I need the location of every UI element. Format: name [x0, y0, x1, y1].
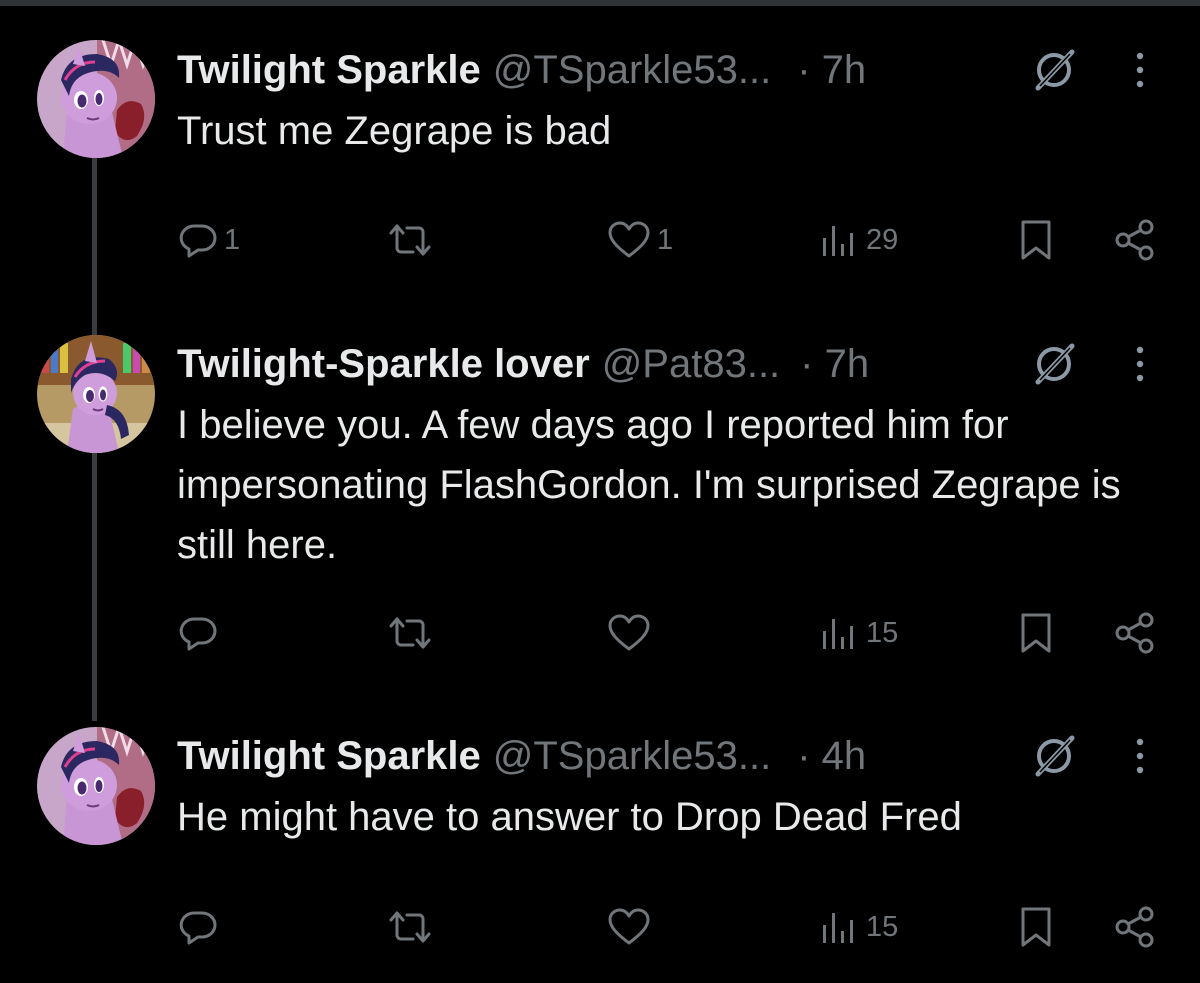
views-button[interactable]: 29: [820, 220, 898, 260]
views-icon: [820, 220, 860, 260]
like-button[interactable]: [607, 613, 657, 653]
bookmark-icon: [1016, 905, 1056, 949]
reply-icon: [178, 613, 218, 653]
repost-icon: [388, 220, 432, 260]
reply-button[interactable]: [178, 907, 224, 947]
avatar[interactable]: [37, 335, 155, 453]
avatar[interactable]: [37, 40, 155, 158]
bookmark-icon: [1016, 611, 1056, 655]
user-handle[interactable]: @TSparkle53...: [493, 48, 772, 93]
timestamp[interactable]: · 4h: [797, 734, 866, 779]
timestamp[interactable]: · 7h: [800, 342, 869, 387]
like-icon: [607, 220, 651, 260]
display-name[interactable]: Twilight-Sparkle lover: [177, 342, 590, 387]
more-icon[interactable]: [1122, 46, 1158, 94]
user-handle[interactable]: @TSparkle53...: [493, 734, 772, 779]
like-count: 1: [657, 223, 674, 256]
views-icon: [820, 613, 860, 653]
post-text: I believe you. A few days ago I reported…: [177, 403, 1121, 567]
post-header: Twilight Sparkle @TSparkle53... · 7h: [177, 42, 866, 98]
like-button[interactable]: 1: [607, 220, 673, 260]
grok-icon[interactable]: [1030, 46, 1078, 94]
reply-button[interactable]: 1: [178, 220, 240, 260]
timestamp[interactable]: · 7h: [797, 48, 866, 93]
repost-button[interactable]: [388, 907, 438, 947]
post-text: He might have to answer to Drop Dead Fre…: [177, 795, 962, 839]
reply-count: 1: [224, 223, 241, 256]
repost-icon: [388, 613, 432, 653]
reply-icon: [178, 907, 218, 947]
post-header: Twilight-Sparkle lover @Pat83... · 7h: [177, 336, 869, 392]
grok-icon[interactable]: [1030, 732, 1078, 780]
share-button[interactable]: [1113, 905, 1157, 949]
views-icon: [820, 907, 860, 947]
views-count: 15: [866, 616, 899, 649]
repost-icon: [388, 907, 432, 947]
top-divider: [0, 0, 1200, 6]
like-icon: [607, 613, 651, 653]
share-icon: [1113, 611, 1157, 655]
like-button[interactable]: [607, 907, 657, 947]
bookmark-button[interactable]: [1016, 218, 1056, 262]
share-icon: [1113, 905, 1157, 949]
bookmark-button[interactable]: [1016, 905, 1056, 949]
reply-button[interactable]: [178, 613, 224, 653]
views-button[interactable]: 15: [820, 907, 898, 947]
bookmark-button[interactable]: [1016, 611, 1056, 655]
avatar[interactable]: [37, 727, 155, 845]
views-count: 29: [866, 223, 899, 256]
like-icon: [607, 907, 651, 947]
post-text: Trust me Zegrape is bad: [177, 109, 612, 153]
display-name[interactable]: Twilight Sparkle: [177, 48, 481, 93]
user-handle[interactable]: @Pat83...: [602, 342, 780, 387]
display-name[interactable]: Twilight Sparkle: [177, 734, 481, 779]
share-button[interactable]: [1113, 218, 1157, 262]
repost-button[interactable]: [388, 613, 438, 653]
bookmark-icon: [1016, 218, 1056, 262]
share-icon: [1113, 218, 1157, 262]
post-header: Twilight Sparkle @TSparkle53... · 4h: [177, 728, 866, 784]
views-button[interactable]: 15: [820, 613, 898, 653]
repost-button[interactable]: [388, 220, 438, 260]
reply-icon: [178, 220, 218, 260]
more-icon[interactable]: [1122, 732, 1158, 780]
views-count: 15: [866, 910, 899, 943]
grok-icon[interactable]: [1030, 340, 1078, 388]
share-button[interactable]: [1113, 611, 1157, 655]
more-icon[interactable]: [1122, 340, 1158, 388]
